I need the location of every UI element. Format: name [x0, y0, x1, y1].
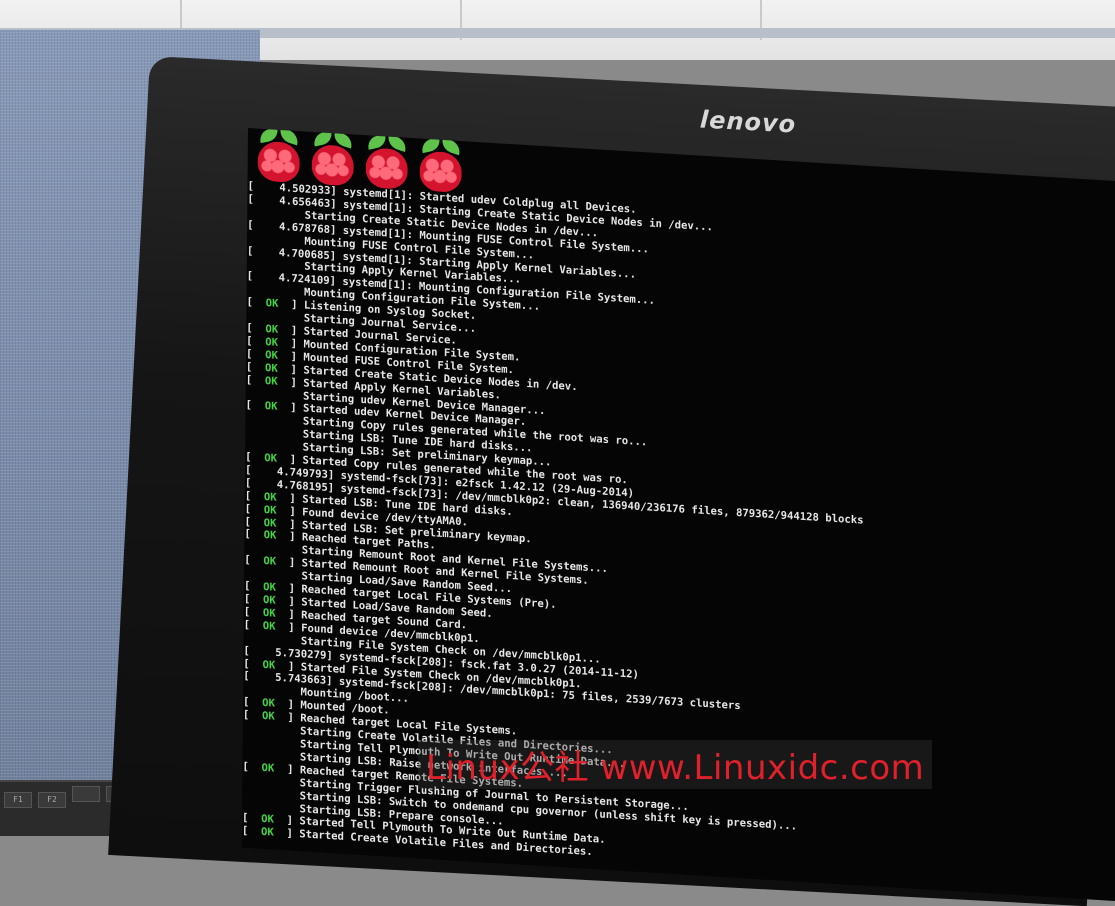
ok-status-badge: OK [251, 451, 290, 466]
ok-status-badge: OK [252, 296, 292, 311]
keyboard-key: F2 [38, 792, 66, 808]
ok-status-badge: OK [249, 709, 288, 724]
raspberry-pi-logo-icon [310, 130, 356, 189]
keyboard-key [72, 786, 100, 802]
ok-status-badge: OK [249, 657, 289, 672]
ok-status-badge: OK [250, 618, 289, 634]
ok-status-badge: OK [252, 360, 291, 376]
ok-status-badge: OK [249, 696, 288, 711]
ok-status-badge: OK [248, 760, 288, 776]
ok-status-badge: OK [250, 606, 289, 621]
ok-status-badge: OK [252, 322, 291, 337]
monitor-brand-logo: lenovo [699, 105, 797, 139]
ok-status-badge: OK [250, 593, 289, 608]
raspberry-pi-logo-icon [256, 128, 302, 185]
ok-status-badge: OK [251, 502, 290, 518]
ok-status-badge: OK [248, 812, 287, 827]
ok-status-badge: OK [250, 528, 290, 543]
ok-status-badge: OK [251, 489, 290, 505]
ok-status-badge: OK [252, 348, 291, 363]
raspberry-pi-logo-icon [364, 133, 410, 192]
watermark: Linux公社 www.Linuxidc.com [418, 740, 933, 789]
keyboard-key: F1 [4, 792, 32, 808]
ok-status-badge: OK [252, 335, 291, 350]
ok-status-badge: OK [250, 580, 289, 595]
ok-status-badge: OK [252, 373, 291, 389]
ok-status-badge: OK [248, 825, 287, 840]
raspberry-pi-logo-icon [418, 137, 464, 195]
ok-status-badge: OK [251, 399, 291, 414]
ok-status-badge: OK [250, 554, 289, 569]
ok-status-badge: OK [250, 515, 290, 531]
